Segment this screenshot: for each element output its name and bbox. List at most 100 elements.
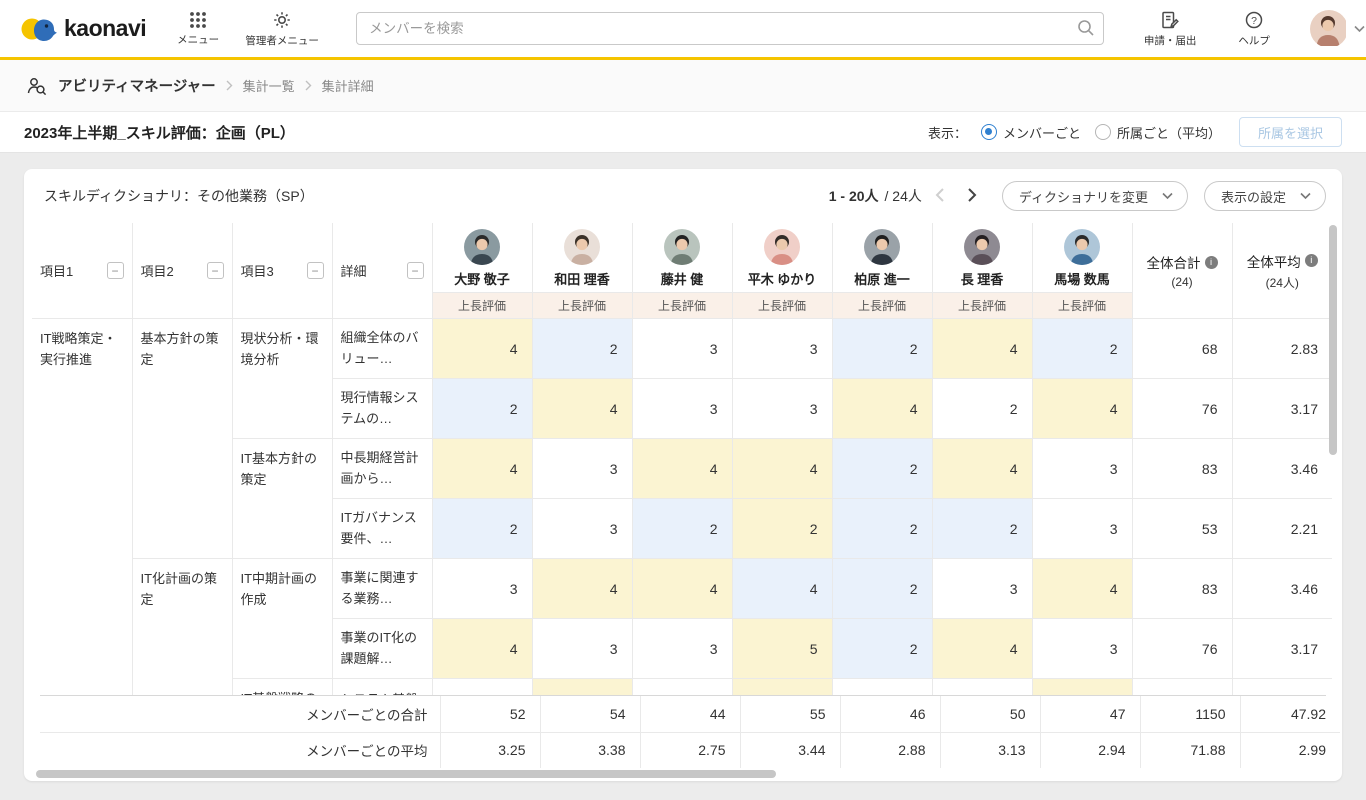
dictionary-title: スキルディクショナリ：その他業務（SP）: [44, 186, 314, 206]
apply-button[interactable]: 申請・届出: [1128, 1, 1212, 57]
horizontal-scrollbar[interactable]: [36, 770, 776, 778]
member-avatar: [564, 229, 600, 265]
summary-value-cell: 3.25: [440, 732, 540, 768]
evaluator-label: 上長評価: [432, 293, 532, 319]
score-cell: 4: [432, 439, 532, 499]
score-cell: 4: [932, 439, 1032, 499]
chevron-down-icon: [1162, 192, 1173, 200]
radio-by-department-control[interactable]: [1095, 124, 1111, 140]
score-cell: 3: [1032, 619, 1132, 679]
score-cell: 4: [932, 619, 1032, 679]
menu-button[interactable]: メニュー: [156, 1, 240, 57]
info-icon[interactable]: i: [1305, 254, 1318, 267]
member-header[interactable]: 平木 ゆかり: [732, 223, 832, 293]
total-header-sub: (24): [1133, 275, 1232, 289]
collapse-detail-button[interactable]: −: [407, 262, 424, 279]
summary-value-cell: 3.13: [940, 732, 1040, 768]
collapse-item2-button[interactable]: −: [207, 262, 224, 279]
select-department-button[interactable]: 所属を選択: [1239, 117, 1342, 147]
help-button[interactable]: ? ヘルプ: [1212, 1, 1296, 57]
member-header[interactable]: 柏原 進一: [832, 223, 932, 293]
item3-cell: 現状分析・環境分析: [232, 319, 332, 439]
summary-value-cell: 55: [740, 696, 840, 732]
score-cell: 4: [532, 559, 632, 619]
col-header-item1-label: 項目1: [40, 261, 73, 280]
summary-value-cell: 50: [940, 696, 1040, 732]
search-button[interactable]: [1076, 18, 1096, 41]
row-total-cell: [1132, 679, 1232, 696]
person-silhouette-icon: [664, 229, 700, 265]
row-total-cell: 83: [1132, 559, 1232, 619]
col-header-total: 全体合計 i (24): [1132, 223, 1232, 319]
score-cell: 4: [1032, 559, 1132, 619]
radio-by-department[interactable]: 所属ごと（平均）: [1095, 123, 1221, 142]
brand-name: kaonavi: [64, 15, 146, 42]
radio-by-member[interactable]: メンバーごと: [981, 123, 1081, 142]
kaonavi-logo[interactable]: kaonavi: [0, 13, 156, 45]
radio-by-member-control[interactable]: [981, 124, 997, 140]
breadcrumb-app[interactable]: アビリティマネージャー: [58, 75, 216, 96]
score-cell: 3: [532, 619, 632, 679]
user-menu[interactable]: [1310, 10, 1365, 48]
table-zone: 項目1 − 項目2 −: [32, 223, 1334, 768]
person-silhouette-icon: [1310, 10, 1346, 46]
vertical-scrollbar[interactable]: [1329, 225, 1337, 455]
summary-value-cell: 2.99: [1240, 732, 1340, 768]
admin-menu-label: 管理者メニュー: [245, 33, 319, 48]
table-viewport: 項目1 − 項目2 −: [32, 223, 1334, 695]
detail-cell: 組織全体のバリュー…: [332, 319, 432, 379]
score-cell: 4: [632, 439, 732, 499]
search-icon: [1076, 18, 1096, 38]
score-cell: 2: [832, 319, 932, 379]
member-name: 柏原 進一: [854, 269, 910, 288]
table-footer: メンバーごとの合計52544455465047115047.92メンバーごとの平…: [40, 695, 1326, 768]
score-cell: 2: [432, 379, 532, 439]
member-search: [356, 12, 1104, 45]
score-cell: 3: [1032, 499, 1132, 559]
col-header-detail: 詳細 −: [332, 223, 432, 319]
admin-menu-button[interactable]: 管理者メニュー: [240, 1, 324, 57]
top-bar-right: 申請・届出 ? ヘルプ: [1128, 1, 1365, 57]
detail-cell: 中長期経営計画から…: [332, 439, 432, 499]
member-header[interactable]: 藤井 健: [632, 223, 732, 293]
apply-label: 申請・届出: [1144, 33, 1197, 48]
score-cell: 2: [732, 499, 832, 559]
prev-page-button[interactable]: [926, 183, 954, 210]
member-header[interactable]: 長 理香: [932, 223, 1032, 293]
collapse-item3-button[interactable]: −: [307, 262, 324, 279]
chevron-down-icon: [1354, 25, 1365, 33]
member-name: 藤井 健: [661, 269, 704, 288]
collapse-item1-button[interactable]: −: [107, 262, 124, 279]
score-cell: 2: [832, 499, 932, 559]
change-dictionary-button[interactable]: ディクショナリを変更: [1002, 181, 1188, 211]
menu-grid-icon: [189, 11, 207, 29]
kaonavi-logo-icon: [20, 13, 58, 45]
item2-cell: 基本方針の策定: [132, 319, 232, 559]
chevron-right-icon: [305, 80, 312, 91]
score-cell: 3: [632, 619, 732, 679]
next-page-button[interactable]: [958, 183, 986, 210]
skill-row: IT化計画の策定IT中期計画の作成事業に関連する業務…3444234833.46: [32, 559, 1332, 619]
member-header[interactable]: 大野 敬子: [432, 223, 532, 293]
person-silhouette-icon: [564, 229, 600, 265]
total-header-label: 全体合計: [1147, 252, 1201, 272]
row-total-cell: 76: [1132, 619, 1232, 679]
detail-cell: 現行情報システムの…: [332, 379, 432, 439]
person-silhouette-icon: [964, 229, 1000, 265]
display-settings-label: 表示の設定: [1221, 187, 1286, 206]
col-header-item3: 項目3 −: [232, 223, 332, 319]
top-bar: kaonavi メニュー 管理者メニュー: [0, 0, 1366, 60]
average-header-label: 全体平均: [1247, 251, 1301, 271]
score-cell: 2: [1032, 319, 1132, 379]
info-icon[interactable]: i: [1205, 256, 1218, 269]
search-input[interactable]: [356, 12, 1104, 45]
admin-gear-icon: [272, 10, 292, 30]
breadcrumb-level1[interactable]: 集計一覧: [243, 76, 295, 95]
member-header[interactable]: 和田 理香: [532, 223, 632, 293]
display-settings-button[interactable]: 表示の設定: [1204, 181, 1326, 211]
member-header[interactable]: 馬場 数馬: [1032, 223, 1132, 293]
score-cell: 3: [432, 559, 532, 619]
score-cell: 5: [732, 619, 832, 679]
score-cell: 4: [432, 619, 532, 679]
detail-cell: 事業のIT化の課題解…: [332, 619, 432, 679]
